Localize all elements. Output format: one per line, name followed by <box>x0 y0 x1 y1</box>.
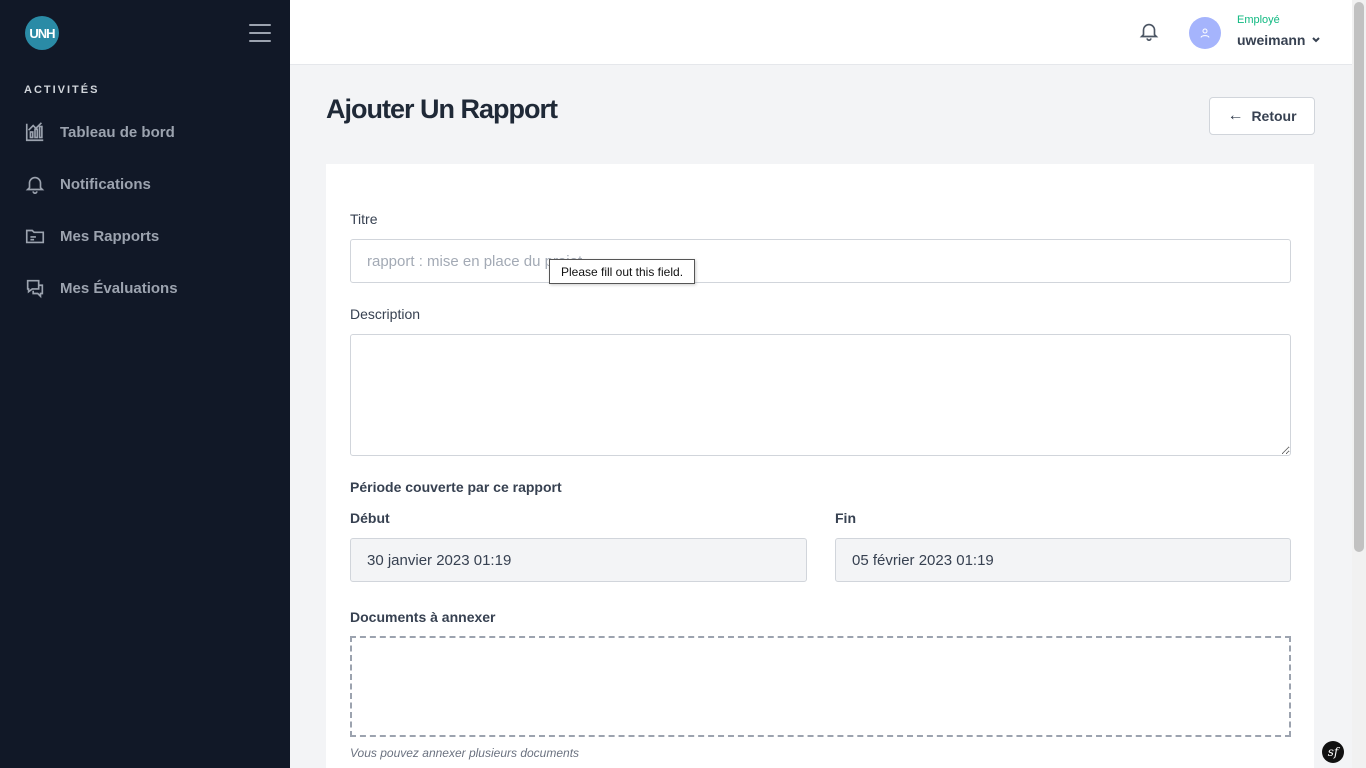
sidebar-item-label: Notifications <box>60 175 151 193</box>
sidebar-item-label: Tableau de bord <box>60 123 175 141</box>
sidebar: UNH ACTIVITÉS Tableau de bord Notificati… <box>0 0 290 768</box>
chevron-down-icon <box>1312 37 1321 43</box>
top-bar: Employé uweimann <box>290 0 1352 65</box>
menu-toggle-icon[interactable] <box>249 24 271 42</box>
arrow-left-icon: ← <box>1227 107 1244 124</box>
folder-icon <box>25 229 45 244</box>
debut-date-input[interactable] <box>350 538 807 582</box>
periode-label: Période couverte par ce rapport <box>350 479 562 495</box>
chart-icon <box>25 122 44 142</box>
user-role: Employé <box>1237 14 1280 26</box>
chat-icon <box>26 279 44 299</box>
sidebar-item-notifications[interactable]: Notifications <box>24 168 151 200</box>
sidebar-section-title: ACTIVITÉS <box>24 84 100 96</box>
symfony-toolbar-icon[interactable]: sf <box>1322 741 1344 763</box>
documents-dropzone[interactable] <box>350 636 1291 737</box>
avatar[interactable] <box>1189 17 1221 49</box>
debut-label: Début <box>350 510 390 526</box>
scrollbar-thumb[interactable] <box>1354 2 1364 552</box>
sidebar-item-tableau-de-bord[interactable]: Tableau de bord <box>24 116 175 148</box>
titre-label: Titre <box>350 211 378 227</box>
back-button[interactable]: ← Retour <box>1209 97 1315 135</box>
description-label: Description <box>350 306 421 322</box>
documents-label: Documents à annexer <box>350 609 496 625</box>
back-button-label: Retour <box>1251 108 1297 124</box>
sidebar-item-mes-evaluations[interactable]: Mes Évaluations <box>24 272 178 304</box>
fin-label: Fin <box>835 510 856 526</box>
sidebar-item-mes-rapports[interactable]: Mes Rapports <box>24 220 159 252</box>
bell-icon[interactable] <box>1138 20 1160 42</box>
validation-tooltip: Please fill out this field. <box>549 259 695 284</box>
titre-input[interactable] <box>350 239 1291 283</box>
sidebar-item-label: Mes Évaluations <box>60 279 178 297</box>
fin-date-input[interactable] <box>835 538 1291 582</box>
logo[interactable]: UNH <box>25 16 59 50</box>
user-icon <box>1200 28 1210 38</box>
page-title: Ajouter Un Rapport <box>326 94 558 124</box>
username: uweimann <box>1237 32 1306 48</box>
sidebar-item-label: Mes Rapports <box>60 227 160 245</box>
user-menu[interactable]: uweimann <box>1237 32 1321 48</box>
description-textarea[interactable] <box>350 334 1291 456</box>
bell-icon <box>25 176 45 194</box>
documents-help-text: Vous pouvez annexer plusieurs documents <box>350 746 580 760</box>
